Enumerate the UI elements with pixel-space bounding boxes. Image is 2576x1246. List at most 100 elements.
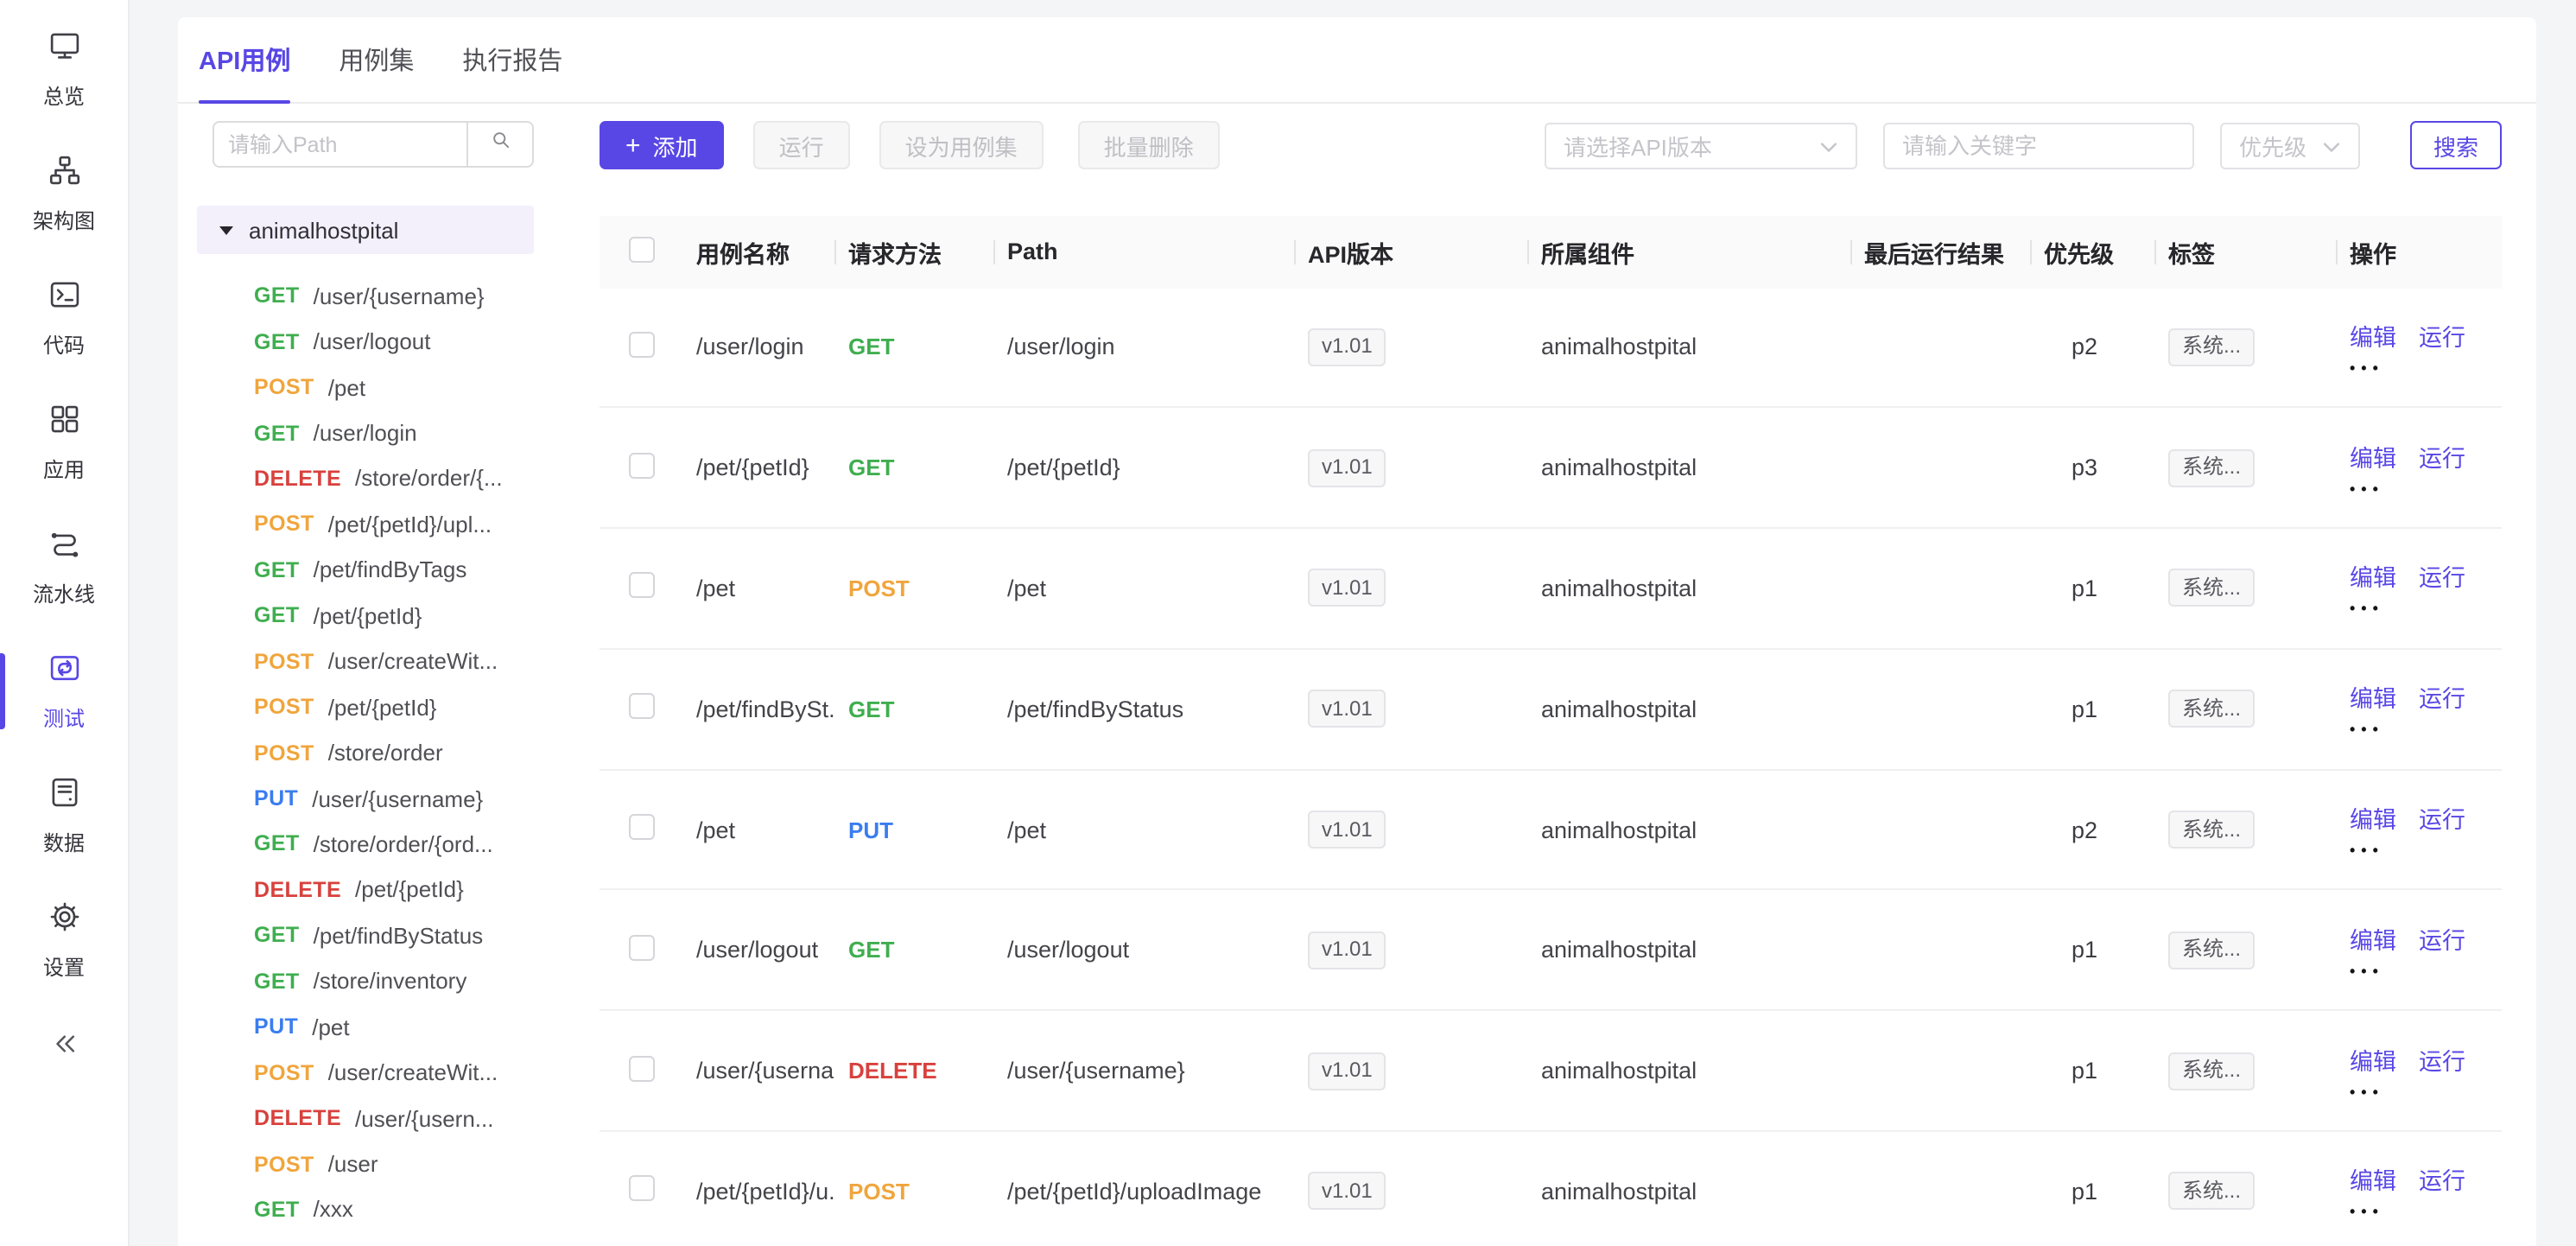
row-checkbox[interactable] xyxy=(629,452,655,478)
path-search-input[interactable] xyxy=(213,121,466,168)
method-label: GET xyxy=(254,558,300,582)
row-checkbox[interactable] xyxy=(629,332,655,358)
endpoint-path: /xxx xyxy=(314,1197,353,1223)
endpoint-item[interactable]: POST /pet/{petId} xyxy=(213,684,534,730)
endpoint-item[interactable]: POST /pet/{petId}/upl... xyxy=(213,501,534,547)
row-checkbox[interactable] xyxy=(629,694,655,720)
method-label: POST xyxy=(254,695,314,719)
run-link[interactable]: 运行 xyxy=(2419,559,2465,594)
table-row: /pet/{petId} GET /pet/{petId} v1.01 anim… xyxy=(600,409,2502,530)
edit-link[interactable]: 编辑 xyxy=(2350,1162,2396,1197)
sidebar-item-architecture[interactable]: 架构图 xyxy=(0,131,128,256)
endpoint-item[interactable]: DELETE /user/{usern... xyxy=(213,1096,534,1141)
keyword-input[interactable] xyxy=(1883,122,2194,168)
endpoint-item[interactable]: GET /store/inventory xyxy=(213,958,534,1004)
tab-execution-reports[interactable]: 执行报告 xyxy=(462,17,562,102)
endpoint-item[interactable]: GET /user/{username} xyxy=(213,273,534,319)
endpoint-path: /pet xyxy=(312,1014,349,1039)
collapse-sidebar-button[interactable] xyxy=(0,1013,128,1082)
more-actions-icon[interactable]: ••• xyxy=(2350,481,2502,497)
endpoint-item[interactable]: POST /store/order xyxy=(213,730,534,776)
tag-badge: 系统... xyxy=(2168,448,2255,486)
sidebar-item-label: 数据 xyxy=(43,828,85,857)
endpoint-path: /pet/{petId} xyxy=(355,877,464,903)
run-link[interactable]: 运行 xyxy=(2419,438,2465,473)
method-cell: GET xyxy=(834,696,993,722)
sidebar-item-data[interactable]: 数据 xyxy=(0,753,128,878)
sidebar-item-pipeline[interactable]: 流水线 xyxy=(0,505,128,629)
more-actions-icon[interactable]: ••• xyxy=(2350,602,2502,618)
database-icon xyxy=(46,774,82,819)
priority-select[interactable]: 优先级 xyxy=(2220,122,2360,168)
sidebar-item-settings[interactable]: 设置 xyxy=(0,878,128,1002)
gear-icon xyxy=(46,899,82,944)
run-link[interactable]: 运行 xyxy=(2419,800,2465,835)
endpoint-item[interactable]: PUT /user/{username} xyxy=(213,776,534,822)
method-label: GET xyxy=(254,329,300,353)
endpoint-path: /user/createWit... xyxy=(328,648,498,674)
endpoint-item[interactable]: DELETE /store/order/{... xyxy=(213,456,534,502)
endpoint-item[interactable]: GET /xxx xyxy=(213,1187,534,1233)
case-name-cell: /user/logout xyxy=(682,938,834,963)
search-button[interactable]: 搜索 xyxy=(2410,121,2502,169)
run-link[interactable]: 运行 xyxy=(2419,1162,2465,1197)
more-actions-icon[interactable]: ••• xyxy=(2350,964,2502,980)
run-link[interactable]: 运行 xyxy=(2419,921,2465,956)
endpoint-item[interactable]: GET /pet/findByTags xyxy=(213,547,534,593)
endpoint-item[interactable]: POST /user/createWit... xyxy=(213,639,534,684)
add-button[interactable]: + 添加 xyxy=(600,121,724,169)
more-actions-icon[interactable]: ••• xyxy=(2350,361,2502,377)
tab-api-cases[interactable]: API用例 xyxy=(199,17,290,102)
endpoint-item[interactable]: GET /store/order/{ord... xyxy=(213,822,534,868)
row-checkbox[interactable] xyxy=(629,814,655,840)
endpoint-item[interactable]: POST /user xyxy=(213,1141,534,1187)
endpoint-item[interactable]: GET /pet/findByStatus xyxy=(213,912,534,958)
endpoint-item[interactable]: POST /user/createWit... xyxy=(213,1050,534,1096)
sidebar-item-apps[interactable]: 应用 xyxy=(0,380,128,505)
filter-group: 请选择API版本 优先级 搜索 xyxy=(1545,121,2502,169)
edit-link[interactable]: 编辑 xyxy=(2350,800,2396,835)
edit-link[interactable]: 编辑 xyxy=(2350,559,2396,594)
row-checkbox[interactable] xyxy=(629,1176,655,1202)
batch-delete-button[interactable]: 批量删除 xyxy=(1078,121,1220,169)
endpoint-item[interactable]: GET /user/logout xyxy=(213,319,534,365)
run-link[interactable]: 运行 xyxy=(2419,318,2465,353)
more-actions-icon[interactable]: ••• xyxy=(2350,1205,2502,1221)
endpoint-item[interactable]: DELETE /pet/{petId} xyxy=(213,867,534,912)
more-actions-icon[interactable]: ••• xyxy=(2350,1084,2502,1100)
col-path: Path xyxy=(993,238,1294,264)
more-actions-icon[interactable]: ••• xyxy=(2350,843,2502,859)
run-link[interactable]: 运行 xyxy=(2419,680,2465,715)
endpoint-item[interactable]: GET /pet/{petId} xyxy=(213,593,534,639)
edit-link[interactable]: 编辑 xyxy=(2350,1041,2396,1076)
edit-link[interactable]: 编辑 xyxy=(2350,921,2396,956)
more-actions-icon[interactable]: ••• xyxy=(2350,723,2502,739)
row-checkbox[interactable] xyxy=(629,935,655,961)
sidebar-item-overview[interactable]: 总览 xyxy=(0,7,128,131)
row-checkbox[interactable] xyxy=(629,573,655,599)
set-suite-button[interactable]: 设为用例集 xyxy=(879,121,1044,169)
tree-root-node[interactable]: animalhostpital xyxy=(197,206,534,254)
tab-case-suites[interactable]: 用例集 xyxy=(339,17,414,102)
component-cell: animalhostpital xyxy=(1527,1058,1850,1084)
edit-link[interactable]: 编辑 xyxy=(2350,680,2396,715)
method-label: POST xyxy=(254,1152,314,1176)
path-search-button[interactable] xyxy=(466,121,534,168)
run-button[interactable]: 运行 xyxy=(753,121,850,169)
endpoint-item[interactable]: GET /user/login xyxy=(213,410,534,456)
row-checkbox[interactable] xyxy=(629,1055,655,1081)
select-all-checkbox[interactable] xyxy=(629,236,655,262)
run-link[interactable]: 运行 xyxy=(2419,1041,2465,1076)
method-label: POST xyxy=(254,741,314,765)
api-version-select[interactable]: 请选择API版本 xyxy=(1545,122,1857,168)
edit-link[interactable]: 编辑 xyxy=(2350,318,2396,353)
endpoint-item[interactable]: POST /pet xyxy=(213,365,534,410)
endpoint-item[interactable]: PUT /pet xyxy=(213,1004,534,1050)
priority-cell: p3 xyxy=(2030,455,2154,480)
sidebar-item-test[interactable]: 测试 xyxy=(0,629,128,753)
edit-link[interactable]: 编辑 xyxy=(2350,438,2396,473)
api-version-badge: v1.01 xyxy=(1308,690,1386,728)
sidebar-item-code[interactable]: 代码 xyxy=(0,256,128,380)
plus-icon: + xyxy=(625,132,641,158)
path-cell: /user/login xyxy=(993,334,1294,360)
